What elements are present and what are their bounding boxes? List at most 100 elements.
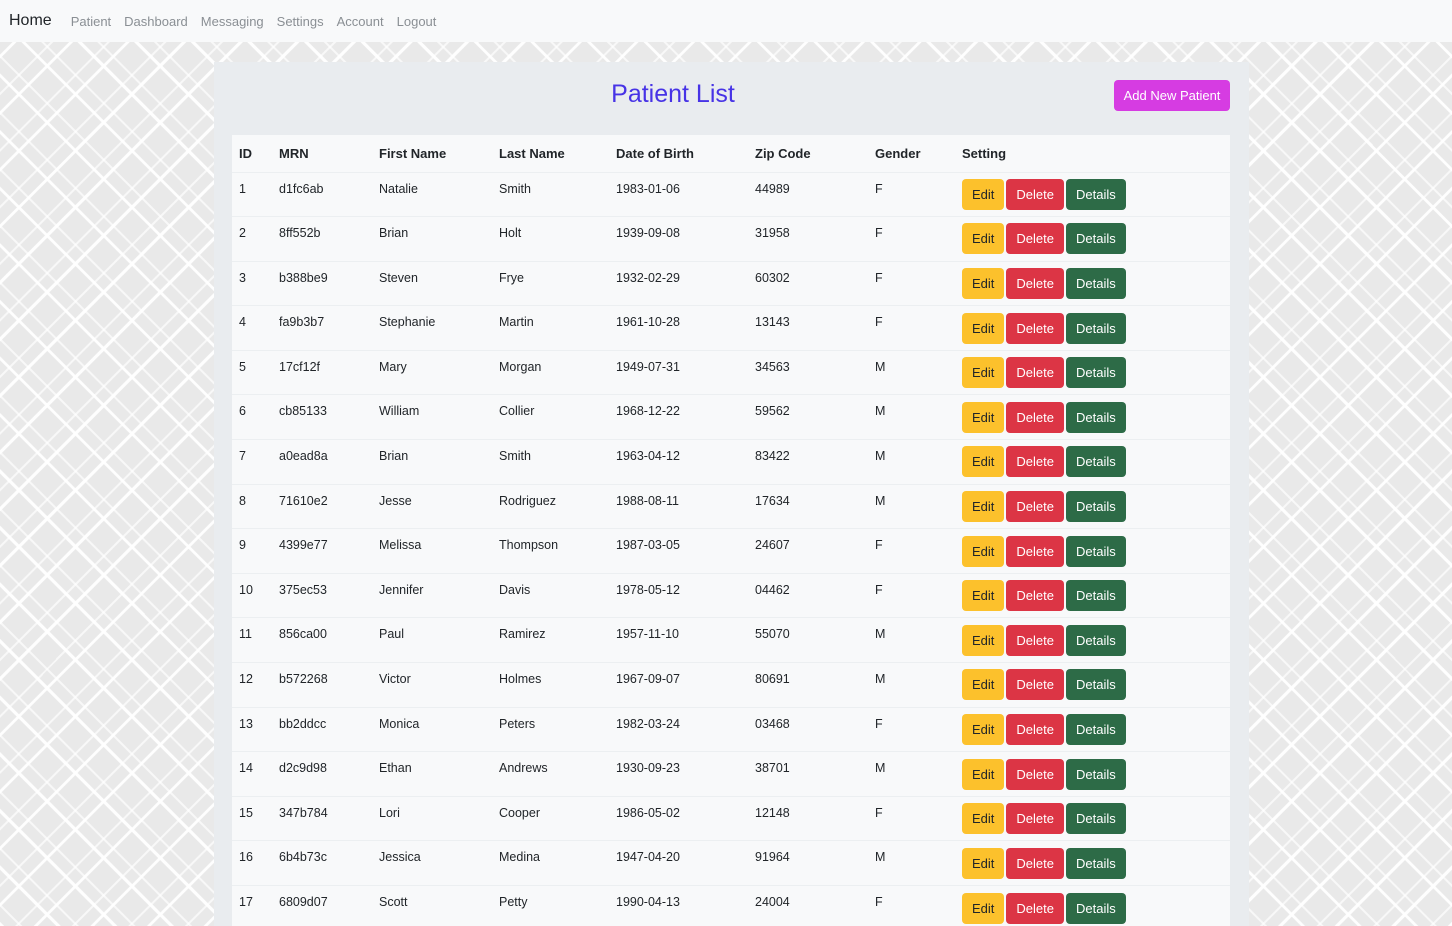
cell-id: 11 (232, 617, 272, 663)
details-button[interactable]: Details (1065, 535, 1126, 567)
delete-button[interactable]: Delete (1006, 847, 1064, 879)
edit-button[interactable]: Edit (962, 580, 1005, 612)
details-button[interactable]: Details (1065, 580, 1126, 612)
edit-button[interactable]: Edit (962, 758, 1005, 790)
details-button[interactable]: Details (1065, 847, 1126, 879)
delete-button[interactable]: Delete (1006, 758, 1064, 790)
cell-mrn: b572268 (272, 662, 372, 708)
delete-button[interactable]: Delete (1006, 713, 1064, 745)
cell-last-name: Holt (492, 216, 609, 262)
delete-button[interactable]: Delete (1006, 803, 1064, 835)
delete-button[interactable]: Delete (1006, 401, 1064, 433)
cell-last-name: Morgan (492, 349, 609, 395)
header-first-name[interactable]: First Name (372, 135, 492, 172)
table-row: 3 b388be9 Steven Frye 1932-02-29 60302 F Edit De… (232, 260, 1230, 306)
table-row: 14 d2c9d98 Ethan Andrews 1930-09-23 38701 M Edi… (232, 751, 1230, 797)
cell-gender: M (868, 394, 955, 440)
header-gender[interactable]: Gender (868, 135, 955, 172)
header-date-of-birth[interactable]: Date of Birth (609, 135, 748, 172)
nav-logout-link[interactable]: Logout (397, 14, 437, 29)
edit-button[interactable]: Edit (962, 178, 1005, 210)
delete-button[interactable]: Delete (1006, 624, 1064, 656)
cell-mrn: 375ec53 (272, 572, 372, 618)
details-button[interactable]: Details (1065, 669, 1126, 701)
header-zip-code[interactable]: Zip Code (748, 135, 868, 172)
nav-home-link[interactable]: Home (9, 12, 52, 30)
table-row: 4 fa9b3b7 Stephanie Martin 1961-10-28 13143 F E… (232, 305, 1230, 351)
cell-first-name: Brian (372, 439, 492, 485)
delete-button[interactable]: Delete (1006, 535, 1064, 567)
details-button[interactable]: Details (1065, 758, 1126, 790)
delete-button[interactable]: Delete (1006, 892, 1064, 924)
edit-button[interactable]: Edit (962, 803, 1005, 835)
page-title: Patient List (611, 80, 735, 108)
details-button[interactable]: Details (1065, 446, 1126, 478)
cell-mrn: 6b4b73c (272, 840, 372, 886)
details-button[interactable]: Details (1065, 357, 1126, 389)
cell-first-name: Jennifer (372, 572, 492, 618)
nav-dashboard-link[interactable]: Dashboard (124, 14, 188, 29)
add-new-patient-button[interactable]: Add New Patient (1114, 80, 1230, 111)
cell-setting: Edit Delete Details (955, 216, 1230, 262)
cell-first-name: Stephanie (372, 305, 492, 351)
table-header-row: ID MRN First Name Last Name Date of Birt… (232, 135, 1230, 172)
cell-id: 7 (232, 439, 272, 485)
cell-first-name: Lori (372, 795, 492, 841)
delete-button[interactable]: Delete (1006, 669, 1064, 701)
cell-id: 8 (232, 483, 272, 529)
cell-setting: Edit Delete Details (955, 349, 1230, 395)
nav-patient-link[interactable]: Patient (71, 14, 111, 29)
cell-id: 12 (232, 662, 272, 708)
details-button[interactable]: Details (1065, 624, 1126, 656)
details-button[interactable]: Details (1065, 223, 1126, 255)
details-button[interactable]: Details (1065, 713, 1126, 745)
cell-mrn: 4399e77 (272, 528, 372, 574)
nav-account-link[interactable]: Account (337, 14, 384, 29)
delete-button[interactable]: Delete (1006, 178, 1064, 210)
delete-button[interactable]: Delete (1006, 223, 1064, 255)
cell-gender: M (868, 439, 955, 485)
cell-first-name: Scott (372, 885, 492, 926)
edit-button[interactable]: Edit (962, 446, 1005, 478)
edit-button[interactable]: Edit (962, 847, 1005, 879)
details-button[interactable]: Details (1065, 267, 1126, 299)
cell-setting: Edit Delete Details (955, 528, 1230, 574)
cell-setting: Edit Delete Details (955, 483, 1230, 529)
edit-button[interactable]: Edit (962, 401, 1005, 433)
edit-button[interactable]: Edit (962, 490, 1005, 522)
cell-date-of-birth: 1963-04-12 (609, 439, 748, 485)
delete-button[interactable]: Delete (1006, 490, 1064, 522)
delete-button[interactable]: Delete (1006, 580, 1064, 612)
edit-button[interactable]: Edit (962, 223, 1005, 255)
edit-button[interactable]: Edit (962, 357, 1005, 389)
edit-button[interactable]: Edit (962, 624, 1005, 656)
delete-button[interactable]: Delete (1006, 446, 1064, 478)
edit-button[interactable]: Edit (962, 312, 1005, 344)
edit-button[interactable]: Edit (962, 535, 1005, 567)
nav-settings-link[interactable]: Settings (277, 14, 324, 29)
delete-button[interactable]: Delete (1006, 312, 1064, 344)
header-id[interactable]: ID (232, 135, 272, 172)
cell-first-name: William (372, 394, 492, 440)
cell-id: 15 (232, 795, 272, 841)
cell-id: 1 (232, 171, 272, 217)
nav-messaging-link[interactable]: Messaging (201, 14, 264, 29)
details-button[interactable]: Details (1065, 178, 1126, 210)
cell-first-name: Brian (372, 216, 492, 262)
edit-button[interactable]: Edit (962, 713, 1005, 745)
edit-button[interactable]: Edit (962, 892, 1005, 924)
edit-button[interactable]: Edit (962, 669, 1005, 701)
details-button[interactable]: Details (1065, 401, 1126, 433)
cell-mrn: 8ff552b (272, 216, 372, 262)
delete-button[interactable]: Delete (1006, 267, 1064, 299)
details-button[interactable]: Details (1065, 803, 1126, 835)
cell-date-of-birth: 1961-10-28 (609, 305, 748, 351)
edit-button[interactable]: Edit (962, 267, 1005, 299)
details-button[interactable]: Details (1065, 312, 1126, 344)
delete-button[interactable]: Delete (1006, 357, 1064, 389)
header-last-name[interactable]: Last Name (492, 135, 609, 172)
details-button[interactable]: Details (1065, 892, 1126, 924)
cell-first-name: Paul (372, 617, 492, 663)
details-button[interactable]: Details (1065, 490, 1126, 522)
header-mrn[interactable]: MRN (272, 135, 372, 172)
